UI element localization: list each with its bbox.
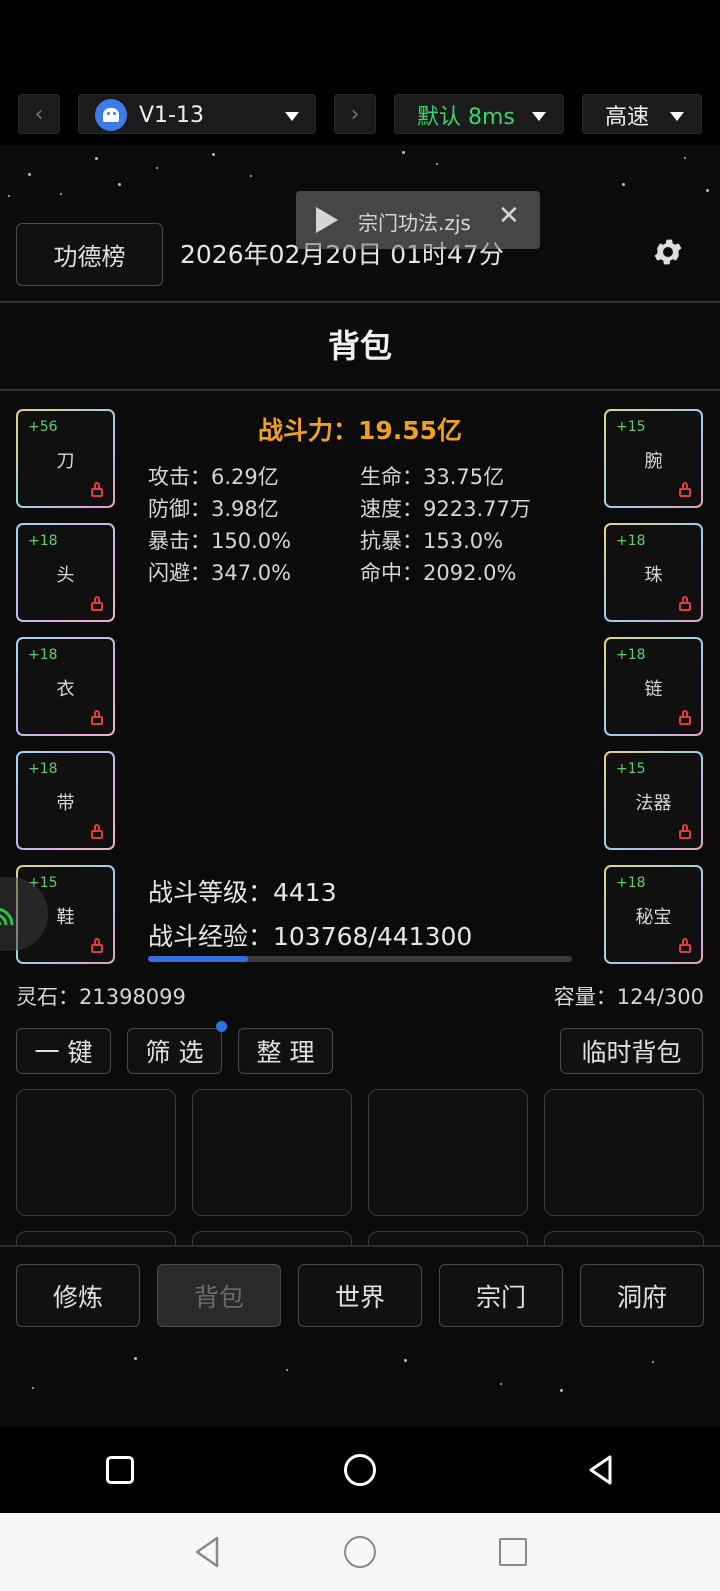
stat-hp: 生命：33.75亿 bbox=[360, 465, 505, 489]
stat-attack: 攻击：6.29亿 bbox=[148, 465, 279, 489]
sort-button[interactable]: 整 理 bbox=[238, 1028, 333, 1074]
close-icon[interactable]: ✕ bbox=[498, 201, 520, 231]
divider bbox=[0, 389, 720, 391]
back-button[interactable]: ‹ bbox=[18, 94, 60, 134]
home-icon[interactable] bbox=[344, 1536, 376, 1568]
equip-name: 头 bbox=[56, 565, 75, 586]
tab-cave[interactable]: 洞府 bbox=[580, 1264, 704, 1327]
equip-name: 秘宝 bbox=[635, 907, 672, 928]
route-label: 默认 8ms bbox=[417, 105, 515, 130]
recents-icon[interactable] bbox=[106, 1456, 134, 1484]
equip-slot-belt[interactable]: +18 带 bbox=[16, 751, 115, 850]
lock-icon bbox=[679, 596, 691, 611]
lock-icon bbox=[679, 824, 691, 839]
back-icon[interactable] bbox=[586, 1454, 616, 1486]
equip-slot-pearl[interactable]: +18 珠 bbox=[604, 523, 703, 622]
stat-accuracy: 命中：2092.0% bbox=[360, 561, 517, 585]
lock-icon bbox=[679, 710, 691, 725]
script-toast[interactable]: 宗门功法.zjs ✕ bbox=[296, 191, 540, 249]
recents-icon[interactable] bbox=[499, 1538, 527, 1566]
android-icon bbox=[95, 99, 127, 131]
combat-level: 战斗等级：4413 bbox=[148, 878, 337, 907]
equip-slot-head[interactable]: +18 头 bbox=[16, 523, 115, 622]
equip-slot-chain[interactable]: +18 链 bbox=[604, 637, 703, 736]
one-key-button[interactable]: 一 键 bbox=[16, 1028, 111, 1074]
chevron-down-icon bbox=[285, 112, 299, 121]
equip-level: +18 bbox=[28, 533, 58, 549]
equip-level: +18 bbox=[616, 533, 646, 549]
back-icon[interactable] bbox=[192, 1535, 222, 1569]
stat-dodge: 闪避：347.0% bbox=[148, 561, 292, 585]
equip-slot-treasure[interactable]: +18 秘宝 bbox=[604, 865, 703, 964]
wifi-icon bbox=[0, 903, 18, 927]
equip-name: 法器 bbox=[635, 793, 672, 814]
lock-icon bbox=[91, 596, 103, 611]
equip-name: 带 bbox=[56, 793, 75, 814]
equip-level: +18 bbox=[28, 761, 58, 777]
lock-icon bbox=[91, 710, 103, 725]
equip-slot-armor[interactable]: +18 衣 bbox=[16, 637, 115, 736]
bag-capacity: 容量：124/300 bbox=[553, 985, 704, 1009]
exp-progress-bar bbox=[148, 956, 572, 962]
tab-cultivate[interactable]: 修炼 bbox=[16, 1264, 140, 1327]
gear-icon[interactable] bbox=[651, 235, 685, 269]
filter-button[interactable]: 筛 选 bbox=[127, 1028, 222, 1074]
inventory-slot[interactable] bbox=[192, 1089, 352, 1216]
bottom-tab-bar: 修炼 背包 世界 宗门 洞府 bbox=[0, 1245, 720, 1426]
emulator-nav-bar bbox=[0, 1426, 720, 1513]
equip-name: 链 bbox=[644, 679, 663, 700]
inventory-slot[interactable] bbox=[368, 1089, 528, 1216]
exp-progress-fill bbox=[148, 956, 248, 962]
device-selector[interactable]: V1-13 bbox=[78, 94, 316, 134]
lock-icon bbox=[679, 482, 691, 497]
tab-backpack[interactable]: 背包 bbox=[157, 1264, 281, 1327]
lock-icon bbox=[679, 938, 691, 953]
chevron-down-icon bbox=[670, 112, 684, 121]
speed-selector[interactable]: 高速 bbox=[582, 94, 702, 134]
equip-name: 衣 bbox=[56, 679, 75, 700]
merit-ranking-button[interactable]: 功德榜 bbox=[16, 223, 163, 286]
stat-speed: 速度：9223.77万 bbox=[360, 497, 531, 521]
equip-level: +15 bbox=[616, 761, 646, 777]
system-nav-bar bbox=[0, 1513, 720, 1591]
route-selector[interactable]: 默认 8ms bbox=[394, 94, 564, 134]
emulator-toolbar: ‹ V1-13 › 默认 8ms 高速 bbox=[0, 0, 720, 145]
speed-label: 高速 bbox=[605, 105, 650, 130]
page-title: 背包 bbox=[327, 327, 392, 365]
equip-level: +18 bbox=[616, 647, 646, 663]
stat-defense: 防御：3.98亿 bbox=[148, 497, 279, 521]
equip-name: 珠 bbox=[644, 565, 663, 586]
equip-level: +18 bbox=[616, 875, 646, 891]
tab-world[interactable]: 世界 bbox=[298, 1264, 422, 1327]
equip-name: 刀 bbox=[56, 451, 75, 472]
stat-crit-resist: 抗暴：153.0% bbox=[360, 529, 504, 553]
tab-sect[interactable]: 宗门 bbox=[439, 1264, 563, 1327]
chevron-left-icon: ‹ bbox=[34, 101, 44, 127]
spirit-stones: 灵石：21398099 bbox=[16, 985, 186, 1009]
game-screen: 功德榜 2026年02月20日 01时47分 宗门功法.zjs ✕ 背包 +56… bbox=[0, 145, 720, 1426]
chevron-right-icon: › bbox=[350, 101, 360, 127]
inventory-slot[interactable] bbox=[544, 1089, 704, 1216]
inventory-slot[interactable] bbox=[16, 1089, 176, 1216]
stat-crit: 暴击：150.0% bbox=[148, 529, 292, 553]
equip-level: +18 bbox=[28, 647, 58, 663]
home-icon[interactable] bbox=[344, 1454, 376, 1486]
device-name: V1-13 bbox=[139, 102, 204, 128]
temp-bag-button[interactable]: 临时背包 bbox=[560, 1028, 703, 1074]
equip-name: 腕 bbox=[644, 451, 663, 472]
play-icon[interactable] bbox=[316, 207, 338, 233]
combat-exp: 战斗经验：103768/441300 bbox=[148, 922, 473, 951]
lock-icon bbox=[91, 938, 103, 953]
notification-dot bbox=[216, 1021, 227, 1032]
divider bbox=[0, 301, 720, 303]
lock-icon bbox=[91, 824, 103, 839]
forward-button[interactable]: › bbox=[334, 94, 376, 134]
script-filename: 宗门功法.zjs bbox=[358, 211, 471, 235]
combat-power: 战斗力：19.55亿 bbox=[257, 416, 463, 445]
equip-slot-artifact[interactable]: +15 法器 bbox=[604, 751, 703, 850]
chevron-down-icon bbox=[532, 112, 546, 121]
lock-icon bbox=[91, 482, 103, 497]
